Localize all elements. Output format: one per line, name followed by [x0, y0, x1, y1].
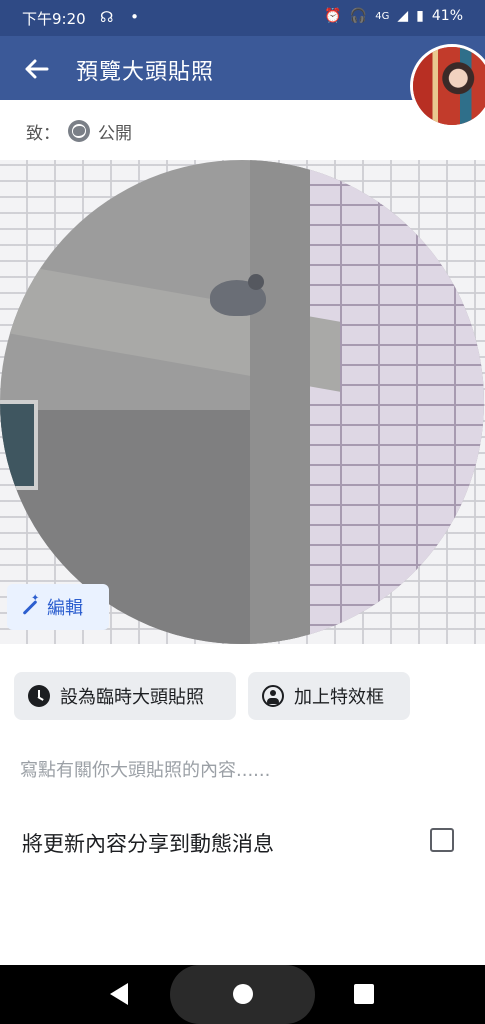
- battery-icon: ▮: [416, 8, 424, 24]
- globe-icon: [68, 120, 90, 142]
- edit-label: 編輯: [47, 598, 83, 619]
- status-right-icons: ⏰ 🎧 4G ◢ ▮ 41%: [324, 8, 463, 24]
- user-circle-icon: [262, 685, 284, 707]
- status-time: 下午9:20: [22, 10, 86, 28]
- assistant-icon: ☊: [100, 8, 114, 26]
- caption-input[interactable]: 寫點有關你大頭貼照的內容......: [20, 756, 270, 782]
- back-triangle-icon[interactable]: [110, 983, 128, 1005]
- add-frame-button[interactable]: 加上特效框: [248, 672, 410, 720]
- avatar-image: [413, 47, 485, 125]
- clock-icon: [28, 685, 50, 707]
- share-to-feed-label: 將更新內容分享到動態消息: [22, 832, 274, 856]
- back-button[interactable]: [22, 54, 52, 84]
- avatar[interactable]: [410, 44, 485, 128]
- audience-selector[interactable]: 致： 公開: [26, 117, 132, 145]
- set-temporary-profile-button[interactable]: 設為臨時大頭貼照: [14, 672, 236, 720]
- photo-crop-circle[interactable]: [0, 160, 484, 644]
- edit-button[interactable]: 編輯: [7, 584, 109, 630]
- magic-wand-icon: [19, 593, 39, 617]
- page-title: 預覽大頭貼照: [76, 60, 215, 85]
- audience-prefix: 致：: [26, 123, 60, 144]
- share-to-feed-checkbox[interactable]: [430, 828, 454, 852]
- temporary-label: 設為臨時大頭貼照: [60, 687, 204, 708]
- signal-icon: ◢: [397, 8, 409, 24]
- status-left-icons: ☊ •: [100, 8, 139, 26]
- dot-icon: •: [130, 8, 139, 26]
- system-navigation-bar: [0, 965, 485, 1024]
- alarm-icon: ⏰: [324, 8, 342, 24]
- recent-square-icon[interactable]: [354, 984, 374, 1004]
- network-label: 4G: [375, 10, 390, 22]
- battery-percent: 41%: [431, 8, 463, 24]
- arrow-left-icon: [25, 59, 49, 79]
- home-circle-icon[interactable]: [233, 984, 253, 1004]
- headset-icon: 🎧: [349, 8, 368, 24]
- profile-photo-preview: [0, 160, 485, 644]
- status-bar: 下午9:20 ☊ • ⏰ 🎧 4G ◢ ▮ 41%: [0, 0, 485, 36]
- photo-overlay: [0, 160, 484, 644]
- frame-label: 加上特效框: [294, 687, 384, 708]
- audience-value: 公開: [98, 123, 132, 144]
